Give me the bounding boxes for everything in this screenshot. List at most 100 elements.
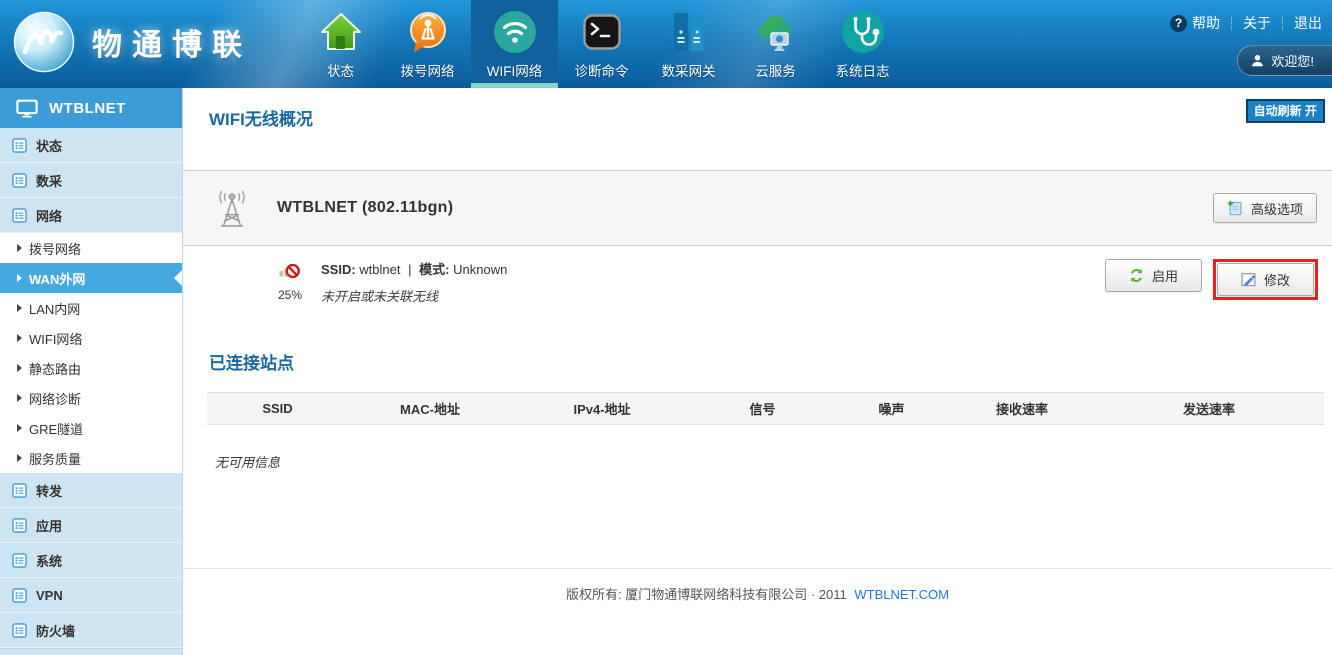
sidebar-item-label: WAN外网 (29, 269, 85, 288)
modify-highlight-box: 修改 (1213, 259, 1318, 300)
ssid-value: wtblnet (359, 262, 400, 277)
sidebar-group-applications[interactable]: 应用 (0, 508, 182, 543)
nav-tab-home[interactable]: 状态 (297, 0, 384, 88)
mode-label: 模式: (419, 262, 449, 277)
router-admin-screen: 物通博联 状态拨号网络WIFI网络诊断命令数采网关云服务系统日志 ? 帮助 关于… (0, 0, 1332, 655)
device-name: WTBLNET (49, 100, 126, 117)
arrow-right-icon (17, 244, 22, 252)
sidebar-item-net-diagnosis[interactable]: 网络诊断 (0, 383, 182, 413)
advanced-options-button[interactable]: 高级选项 (1213, 193, 1317, 223)
help-icon: ? (1170, 15, 1187, 32)
list-icon (12, 173, 27, 188)
nav-tab-terminal[interactable]: 诊断命令 (558, 0, 645, 88)
divider (1231, 17, 1232, 30)
top-links: ? 帮助 关于 退出 (1170, 13, 1322, 33)
refresh-icon (1129, 268, 1144, 283)
sidebar-item-lan[interactable]: LAN内网 (0, 293, 182, 323)
column-header-1: MAC-地址 (348, 399, 512, 418)
advanced-options-icon (1227, 200, 1243, 216)
logo: 物通博联 (12, 10, 252, 74)
nav-tab-cloud[interactable]: 云服务 (732, 0, 819, 88)
arrow-right-icon (17, 304, 22, 312)
monitor-icon (16, 99, 38, 118)
column-header-3: 信号 (692, 399, 833, 418)
sidebar-group-data-collect[interactable]: 数采 (0, 163, 182, 198)
wifi-status-row: 25% SSID: wtblnet | 模式: Unknown 未开启或未关联无… (183, 246, 1332, 323)
sidebar-item-qos[interactable]: 服务质量 (0, 443, 182, 473)
nav-tab-wifi[interactable]: WIFI网络 (471, 0, 558, 88)
sidebar-item-label: 服务质量 (29, 449, 81, 468)
nav-tab-stethoscope[interactable]: 系统日志 (819, 0, 906, 88)
nav-tab-server[interactable]: 数采网关 (645, 0, 732, 88)
separator: | (408, 262, 411, 277)
signal-percent: 25% (267, 288, 313, 302)
sidebar-group-firewall[interactable]: 防火墙 (0, 613, 182, 648)
sidebar-group-label: 转发 (36, 481, 62, 500)
wifi-network-title: WTBLNET (802.11bgn) (277, 199, 453, 217)
enable-button[interactable]: 启用 (1105, 259, 1202, 292)
top-header: 物通博联 状态拨号网络 WIFI网络 诊断命令数采网关云服务 系统日志 ? 帮助 关于… (0, 0, 1332, 88)
list-icon (12, 588, 27, 603)
arrow-right-icon (17, 424, 22, 432)
sidebar-item-label: LAN内网 (29, 299, 80, 318)
sidebar-group-label: 应用 (36, 516, 62, 535)
divider (1282, 17, 1283, 30)
wifi-overview-panel: WTBLNET (802.11bgn) 高级选项 25% (183, 170, 1332, 323)
sidebar-item-wifi[interactable]: WIFI网络 (0, 323, 182, 353)
sidebar-item-dial-network[interactable]: 拨号网络 (0, 233, 182, 263)
column-header-4: 噪声 (833, 399, 950, 418)
page-title: WIFI无线概况 (183, 88, 1332, 130)
logo-globe-icon (12, 10, 76, 74)
edit-icon (1241, 272, 1256, 287)
stethoscope-icon (841, 9, 885, 55)
connected-stations-title: 已连接站点 (183, 349, 1332, 374)
main-nav: 状态拨号网络 WIFI网络 诊断命令数采网关云服务 系统日志 (297, 0, 906, 88)
list-icon (12, 208, 27, 223)
user-icon (1251, 54, 1264, 67)
auto-refresh-badge[interactable]: 自动刷新 开 (1246, 99, 1325, 123)
sidebar-item-static-route[interactable]: 静态路由 (0, 353, 182, 383)
sidebar-item-gre-tunnel[interactable]: GRE隧道 (0, 413, 182, 443)
home-icon (319, 9, 363, 55)
sidebar: WTBLNET 状态数采网络拨号网络 WAN外网 LAN内网 WIFI网络静态路由网络… (0, 88, 183, 655)
arrow-right-icon (17, 394, 22, 402)
column-header-2: IPv4-地址 (512, 399, 692, 418)
wifi-panel-header: WTBLNET (802.11bgn) 高级选项 (183, 171, 1332, 246)
sidebar-group-vpn[interactable]: VPN (0, 578, 182, 613)
welcome-badge[interactable]: 欢迎您! (1237, 45, 1332, 76)
ssid-label: SSID: (321, 262, 356, 277)
mode-value: Unknown (453, 262, 507, 277)
nav-tab-label: WIFI网络 (487, 60, 543, 80)
nav-tab-label: 云服务 (755, 60, 796, 80)
nav-tab-broadcast[interactable]: 拨号网络 (384, 0, 471, 88)
sidebar-group-label: VPN (36, 588, 63, 603)
sidebar-group-label: 防火墙 (36, 621, 75, 640)
sidebar-item-label: 静态路由 (29, 359, 81, 378)
nav-tab-label: 诊断命令 (575, 60, 629, 80)
sidebar-group-forwarding[interactable]: 转发 (0, 473, 182, 508)
logo-text: 物通博联 (92, 20, 252, 64)
ssid-info-line: SSID: wtblnet | 模式: Unknown (321, 259, 507, 278)
sidebar-group-system[interactable]: 系统 (0, 543, 182, 578)
sidebar-group-status[interactable]: 状态 (0, 128, 182, 163)
broadcast-icon (406, 9, 450, 55)
arrow-right-icon (17, 454, 22, 462)
list-icon (12, 623, 27, 638)
sidebar-item-wan[interactable]: WAN外网 (0, 263, 182, 293)
antenna-icon (215, 188, 249, 228)
sidebar-item-label: GRE隧道 (29, 419, 83, 438)
logout-link[interactable]: 退出 (1294, 13, 1322, 33)
modify-button[interactable]: 修改 (1217, 263, 1314, 296)
enable-label: 启用 (1152, 266, 1178, 285)
sidebar-group-label: 数采 (36, 171, 62, 190)
sidebar-item-partial (0, 648, 182, 655)
modify-label: 修改 (1264, 270, 1290, 289)
about-link[interactable]: 关于 (1243, 13, 1271, 33)
site-link[interactable]: WTBLNET.COM (854, 587, 949, 602)
welcome-label: 欢迎您! (1271, 51, 1314, 70)
help-link[interactable]: 帮助 (1192, 13, 1220, 33)
sidebar-group-network[interactable]: 网络 (0, 198, 182, 233)
nav-tab-label: 系统日志 (836, 60, 890, 80)
sidebar-item-label: 拨号网络 (29, 239, 81, 258)
sidebar-item-label: 网络诊断 (29, 389, 81, 408)
